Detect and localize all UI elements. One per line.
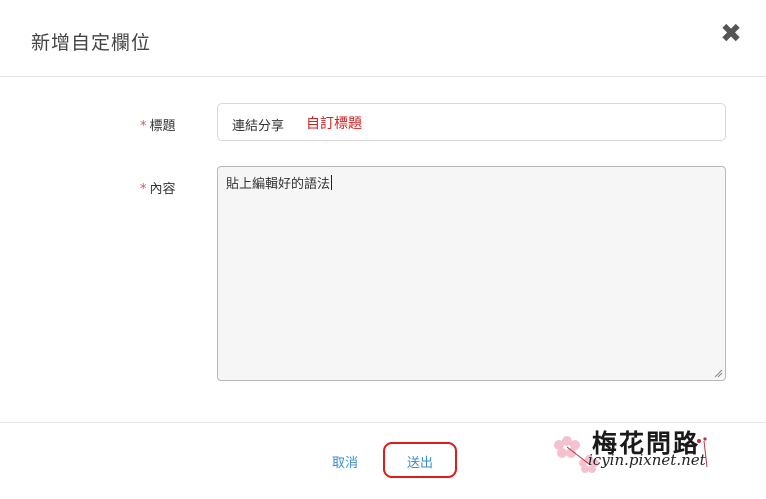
- close-icon[interactable]: ✖: [718, 20, 744, 48]
- title-annotation: 自訂標題: [306, 116, 362, 132]
- required-mark: *: [140, 119, 147, 134]
- content-textarea[interactable]: 貼上編輯好的語法: [217, 166, 726, 381]
- title-field-label: * 標題: [140, 119, 176, 134]
- resize-grip-icon[interactable]: [714, 369, 723, 378]
- title-input-value: 連結分享: [232, 119, 285, 134]
- title-input[interactable]: 連結分享: [217, 103, 726, 141]
- cancel-button[interactable]: 取消: [332, 452, 358, 471]
- text-caret: [331, 175, 333, 190]
- dialog-title: 新增自定欄位: [31, 32, 152, 54]
- content-field-label: * 內容: [140, 182, 176, 197]
- watermark-url: icyin.pixnet.net: [588, 451, 706, 469]
- submit-button[interactable]: 送出: [407, 452, 433, 471]
- dialog-header: 新增自定欄位 ✖: [0, 0, 766, 77]
- required-mark: *: [140, 182, 147, 197]
- content-textarea-value: 貼上編輯好的語法: [226, 175, 333, 192]
